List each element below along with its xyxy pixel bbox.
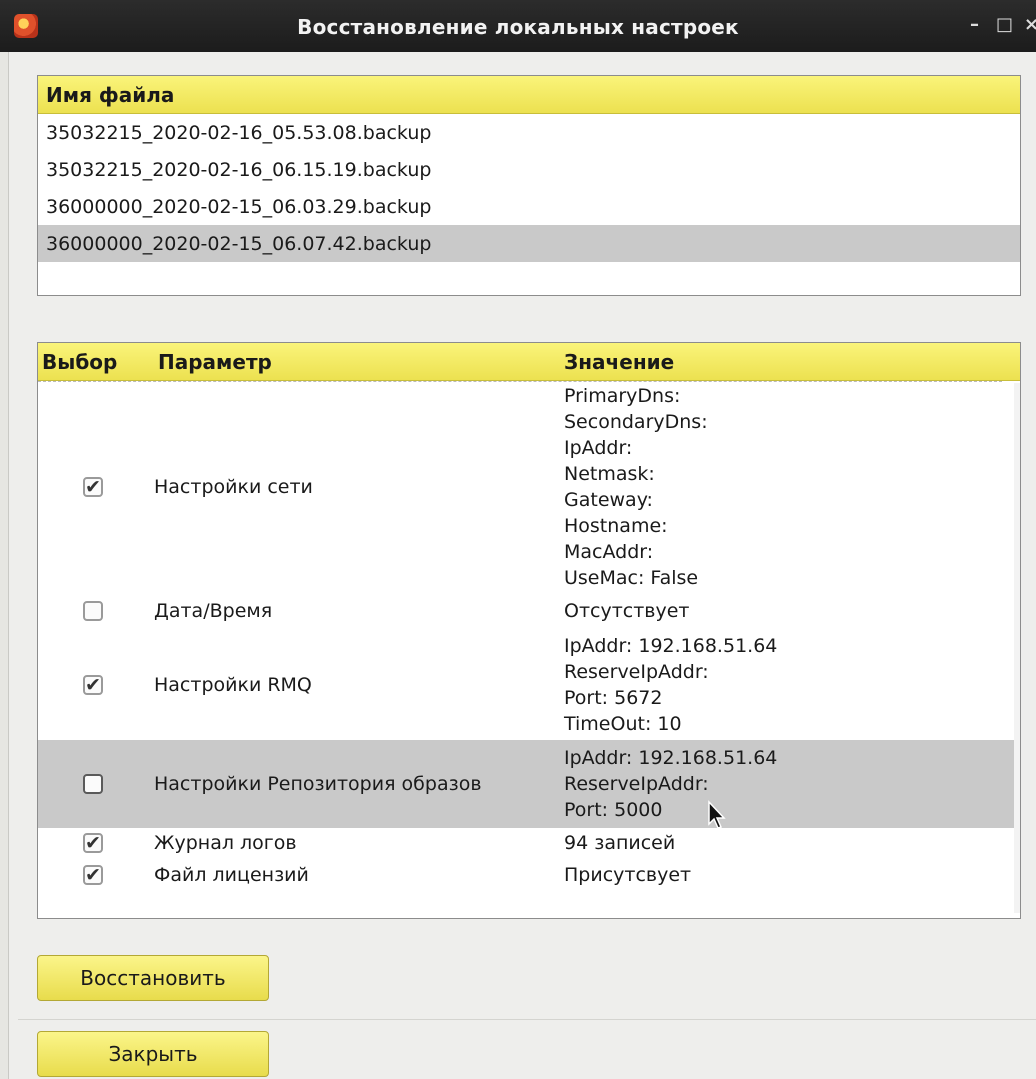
param-name: Дата/Время: [154, 600, 273, 622]
checkbox-unchecked[interactable]: [83, 601, 103, 621]
param-value-line: TimeOut: 10: [564, 713, 682, 735]
file-list-row[interactable]: 35032215_2020-02-16_05.53.08.backup: [38, 114, 1020, 151]
param-name: Журнал логов: [154, 832, 297, 854]
checkbox-checked[interactable]: ✔: [83, 833, 103, 853]
param-value-line: ReserveIpAddr:: [564, 773, 709, 795]
checkmark-icon: ✔: [85, 863, 101, 886]
param-name: Файл лицензий: [154, 864, 309, 886]
file-list-row[interactable]: 35032215_2020-02-16_06.15.19.backup: [38, 151, 1020, 188]
restore-button[interactable]: Восстановить: [37, 955, 269, 1001]
param-value-line: ReserveIpAddr:: [564, 661, 709, 683]
param-value-line: UseMac: False: [564, 567, 699, 589]
window-edge: [0, 52, 9, 1079]
checkbox-checked[interactable]: ✔: [83, 865, 103, 885]
column-header-filename[interactable]: Имя файла: [38, 83, 174, 107]
close-button[interactable]: Закрыть: [37, 1031, 269, 1077]
close-icon[interactable]: ×: [1024, 14, 1036, 35]
param-value-line: Отсутствует: [564, 600, 690, 622]
select-cell: ✔: [38, 865, 148, 885]
file-name: 35032215_2020-02-16_06.15.19.backup: [46, 158, 432, 181]
select-cell: ✔: [38, 477, 148, 497]
select-cell: ✔: [38, 675, 148, 695]
param-row[interactable]: Настройки Репозитория образов IpAddr: 192…: [38, 740, 1020, 828]
file-name: 36000000_2020-02-15_06.07.42.backup: [46, 232, 432, 255]
file-list-row[interactable]: 36000000_2020-02-15_06.03.29.backup: [38, 188, 1020, 225]
checkbox-checked[interactable]: ✔: [83, 477, 103, 497]
param-value-line: Port: 5672: [564, 687, 663, 709]
param-row[interactable]: ✔ Настройки сети PrimaryDns: SecondaryDns: I…: [38, 382, 1020, 592]
select-cell: ✔: [38, 833, 148, 853]
select-cell: [38, 774, 148, 794]
param-value: IpAddr: 192.168.51.64 ReserveIpAddr: Port:…: [560, 745, 777, 823]
param-value: Отсутствует: [560, 598, 690, 624]
checkbox-checked[interactable]: ✔: [83, 675, 103, 695]
param-value-line: Gateway:: [564, 489, 653, 511]
param-value-line: PrimaryDns:: [564, 385, 681, 407]
param-value-line: Port: 5000: [564, 799, 663, 821]
select-cell: [38, 601, 148, 621]
param-name: Настройки сети: [154, 476, 313, 498]
column-header-select[interactable]: Выбор: [38, 350, 152, 374]
mouse-cursor-icon: [708, 800, 726, 829]
param-name: Настройки RMQ: [154, 674, 312, 696]
param-value-line: MacAddr:: [564, 541, 654, 563]
param-value-line: IpAddr:: [564, 437, 633, 459]
params-table-header: Выбор Параметр Значение: [38, 343, 1020, 381]
param-value: IpAddr: 192.168.51.64 ReserveIpAddr: Port:…: [560, 633, 777, 737]
param-value: 94 записей: [560, 830, 675, 856]
checkbox-unchecked[interactable]: [83, 774, 103, 794]
file-list-row[interactable]: 36000000_2020-02-15_06.07.42.backup: [38, 225, 1020, 262]
param-value-line: Присутсвует: [564, 864, 692, 886]
param-row[interactable]: Дата/Время Отсутствует: [38, 592, 1020, 630]
param-row[interactable]: ✔ Настройки RMQ IpAddr: 192.168.51.64 Reser…: [38, 630, 1020, 740]
param-value-line: Netmask:: [564, 463, 655, 485]
checkmark-icon: ✔: [85, 831, 101, 854]
param-value-line: IpAddr: 192.168.51.64: [564, 747, 778, 769]
param-value-line: Hostname:: [564, 515, 668, 537]
param-row[interactable]: ✔ Файл лицензий Присутсвует: [38, 858, 1020, 892]
file-list-header[interactable]: Имя файла: [38, 76, 1020, 114]
checkmark-icon: ✔: [85, 475, 101, 498]
scrollbar[interactable]: [1014, 383, 1020, 913]
param-name: Настройки Репозитория образов: [154, 773, 482, 795]
minimize-icon[interactable]: –: [970, 14, 979, 35]
param-value: PrimaryDns: SecondaryDns: IpAddr: Netmask: G…: [560, 383, 708, 591]
file-list[interactable]: Имя файла 35032215_2020-02-16_05.53.08.b…: [37, 75, 1021, 296]
param-value-line: 94 записей: [564, 832, 676, 854]
maximize-icon[interactable]: □: [996, 14, 1013, 35]
file-name: 36000000_2020-02-15_06.03.29.backup: [46, 195, 432, 218]
param-row[interactable]: ✔ Журнал логов 94 записей: [38, 828, 1020, 858]
title-bar: Восстановление локальных настроек – □ ×: [0, 0, 1036, 52]
divider: [18, 1019, 1036, 1020]
column-header-param[interactable]: Параметр: [152, 350, 558, 374]
window-title: Восстановление локальных настроек: [297, 15, 739, 39]
checkmark-icon: ✔: [85, 673, 101, 696]
param-value-line: SecondaryDns:: [564, 411, 708, 433]
params-table[interactable]: Выбор Параметр Значение ✔ Настройки сети P…: [37, 342, 1021, 919]
file-name: 35032215_2020-02-16_05.53.08.backup: [46, 121, 432, 144]
column-header-value[interactable]: Значение: [558, 350, 674, 374]
param-value-line: IpAddr: 192.168.51.64: [564, 635, 778, 657]
param-value: Присутсвует: [560, 862, 691, 888]
